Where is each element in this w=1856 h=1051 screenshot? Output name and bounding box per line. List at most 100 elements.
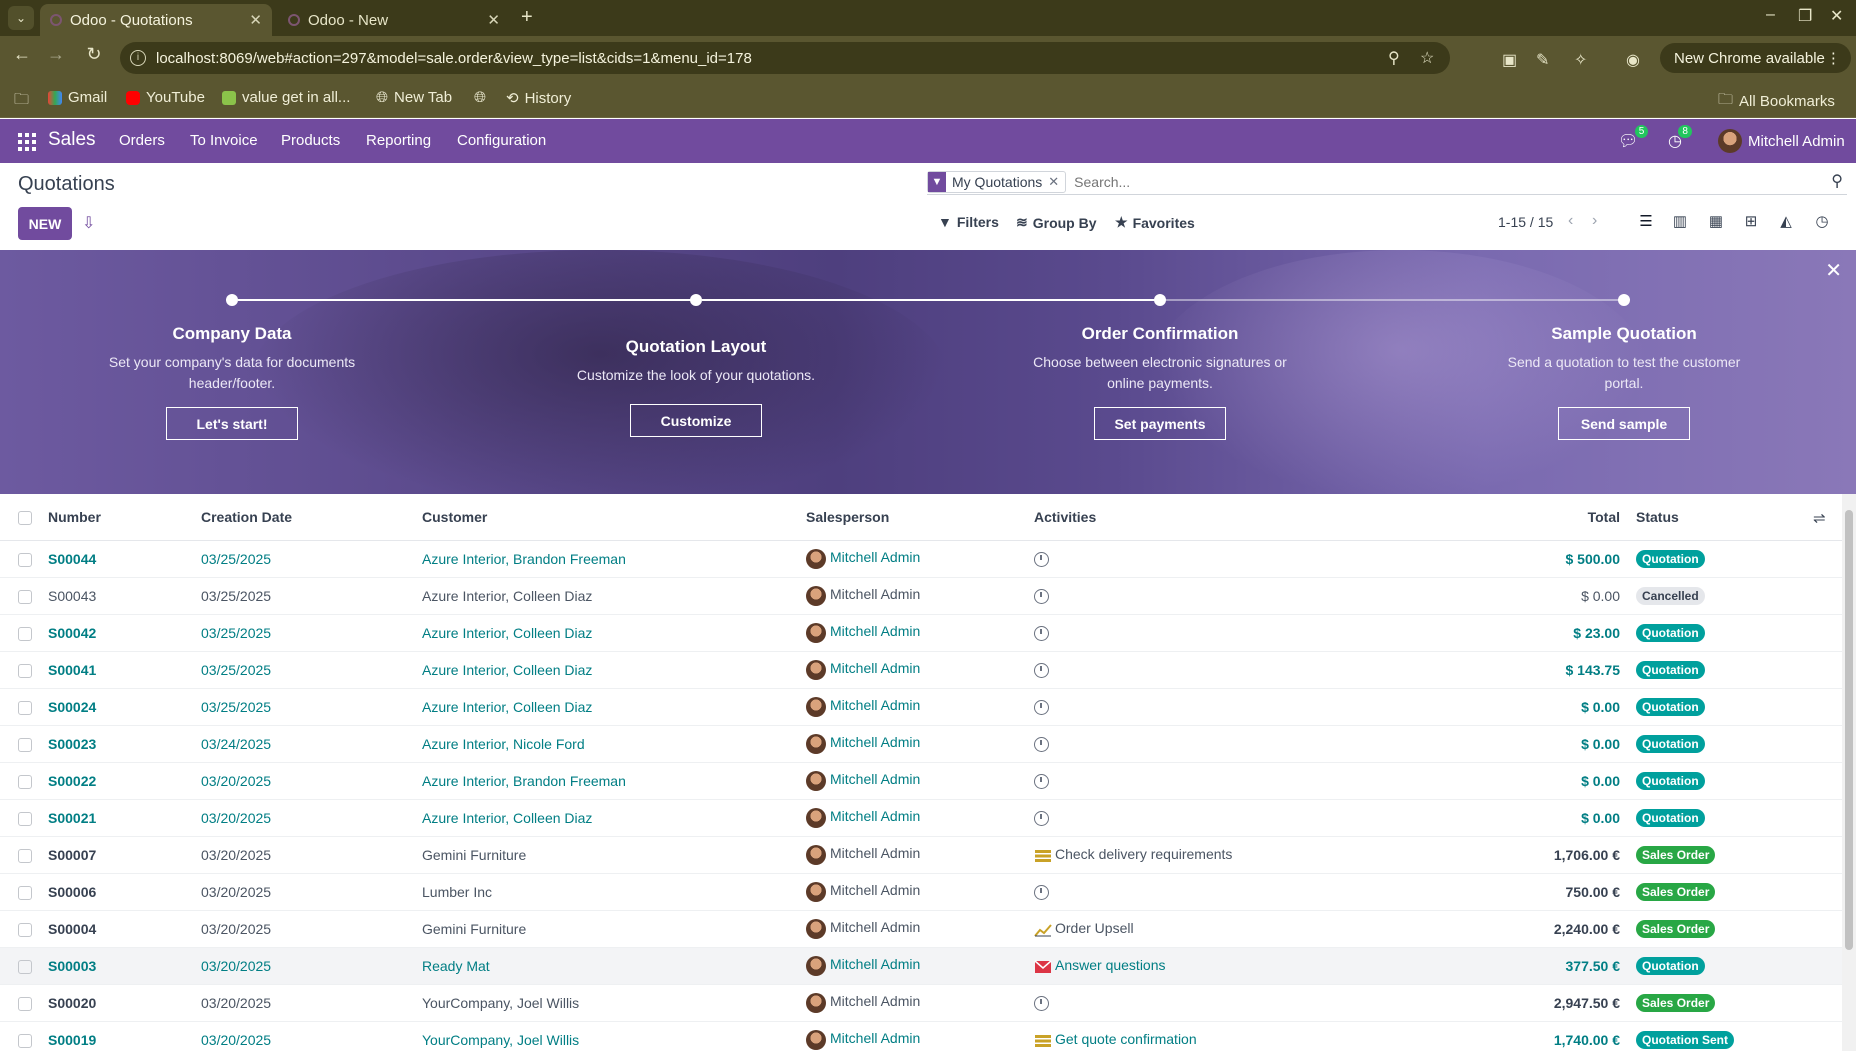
order-number[interactable]: S00006 xyxy=(48,884,96,900)
customer-cell[interactable]: Gemini Furniture xyxy=(414,836,798,873)
row-select-cell[interactable] xyxy=(0,836,40,873)
customer-cell[interactable]: YourCompany, Joel Willis xyxy=(414,1021,798,1051)
pen-extension-icon[interactable]: ✎ xyxy=(1536,50,1549,70)
pager-next-icon[interactable]: › xyxy=(1592,212,1597,230)
row-select-cell[interactable] xyxy=(0,725,40,762)
clock-icon[interactable] xyxy=(1034,588,1049,604)
activity-cell[interactable]: Order Upsell xyxy=(1026,910,1406,947)
order-number[interactable]: S00003 xyxy=(48,958,96,974)
restore-icon[interactable]: ❐ xyxy=(1798,6,1812,26)
address-bar[interactable]: i localhost:8069/web#action=297&model=sa… xyxy=(120,42,1450,74)
number-cell[interactable]: S00022 xyxy=(40,762,193,799)
row-select-cell[interactable] xyxy=(0,873,40,910)
bookmark-youtube[interactable]: YouTube xyxy=(126,89,205,106)
date-cell[interactable]: 03/20/2025 xyxy=(193,1021,414,1051)
activity-cell[interactable] xyxy=(1026,577,1406,614)
filters-button[interactable]: ▼ Filters xyxy=(938,214,999,230)
customer-cell[interactable]: YourCompany, Joel Willis xyxy=(414,984,798,1021)
activity-cell[interactable] xyxy=(1026,984,1406,1021)
clock-icon[interactable] xyxy=(1034,884,1049,900)
optional-columns-icon[interactable]: ⇌ xyxy=(1813,509,1826,527)
customize-button[interactable]: Customize xyxy=(630,404,762,437)
table-row[interactable]: S00043 03/25/2025 Azure Interior, Colleen … xyxy=(0,577,1842,614)
activity-cell[interactable] xyxy=(1026,540,1406,577)
scrollbar-thumb[interactable] xyxy=(1845,510,1853,950)
activity-cell[interactable] xyxy=(1026,799,1406,836)
salesperson-cell[interactable]: Mitchell Admin xyxy=(798,725,1026,762)
row-checkbox[interactable] xyxy=(18,848,32,863)
table-row[interactable]: S00004 03/20/2025 Gemini Furniture Mitchell… xyxy=(0,910,1842,947)
table-row[interactable]: S00042 03/25/2025 Azure Interior, Colleen … xyxy=(0,614,1842,651)
number-cell[interactable]: S00006 xyxy=(40,873,193,910)
close-banner-icon[interactable]: ✕ xyxy=(1825,258,1842,283)
list-view-icon[interactable]: ☰ xyxy=(1634,212,1658,234)
menu-configuration[interactable]: Configuration xyxy=(457,132,546,149)
row-select-cell[interactable] xyxy=(0,799,40,836)
new-tab-button[interactable]: + xyxy=(521,6,533,29)
date-cell[interactable]: 03/20/2025 xyxy=(193,873,414,910)
number-cell[interactable]: S00004 xyxy=(40,910,193,947)
table-row[interactable]: S00023 03/24/2025 Azure Interior, Nicole F… xyxy=(0,725,1842,762)
date-cell[interactable]: 03/20/2025 xyxy=(193,762,414,799)
activity-cell[interactable]: Check delivery requirements xyxy=(1026,836,1406,873)
row-checkbox[interactable] xyxy=(18,774,32,789)
clock-icon[interactable] xyxy=(1034,810,1049,826)
date-cell[interactable]: 03/25/2025 xyxy=(193,614,414,651)
lets-start-button[interactable]: Let's start! xyxy=(166,407,298,440)
bookmarks-folder-icon[interactable]: 🗀 xyxy=(14,89,29,114)
row-checkbox[interactable] xyxy=(18,737,32,752)
salesperson-cell[interactable]: Mitchell Admin xyxy=(798,614,1026,651)
date-cell[interactable]: 03/20/2025 xyxy=(193,984,414,1021)
set-payments-button[interactable]: Set payments xyxy=(1094,407,1226,440)
table-row[interactable]: S00021 03/20/2025 Azure Interior, Colleen … xyxy=(0,799,1842,836)
profile-icon[interactable]: ◉ xyxy=(1626,50,1640,70)
clock-icon[interactable] xyxy=(1034,995,1049,1011)
order-number[interactable]: S00004 xyxy=(48,921,96,937)
clock-icon[interactable] xyxy=(1034,551,1049,567)
all-bookmarks[interactable]: 🗀 All Bookmarks xyxy=(1718,89,1835,114)
extension-icon[interactable]: ▣ xyxy=(1502,50,1517,70)
search-icon[interactable]: ⚲ xyxy=(1831,171,1843,191)
activity-cell[interactable] xyxy=(1026,762,1406,799)
menu-products[interactable]: Products xyxy=(281,132,340,149)
salesperson-cell[interactable]: Mitchell Admin xyxy=(798,762,1026,799)
close-tab-icon[interactable]: ✕ xyxy=(249,11,262,29)
date-cell[interactable]: 03/20/2025 xyxy=(193,799,414,836)
activity-summary[interactable]: Get quote confirmation xyxy=(1055,1031,1197,1047)
customer-cell[interactable]: Azure Interior, Colleen Diaz xyxy=(414,688,798,725)
table-row[interactable]: S00022 03/20/2025 Azure Interior, Brandon … xyxy=(0,762,1842,799)
user-menu[interactable]: Mitchell Admin xyxy=(1718,129,1845,153)
column-number[interactable]: Number xyxy=(40,494,193,540)
order-number[interactable]: S00023 xyxy=(48,736,96,752)
forward-icon[interactable]: → xyxy=(42,44,70,65)
table-row[interactable]: S00024 03/25/2025 Azure Interior, Colleen … xyxy=(0,688,1842,725)
row-checkbox[interactable] xyxy=(18,663,32,678)
activity-cell[interactable] xyxy=(1026,725,1406,762)
groupby-button[interactable]: ≋ Group By xyxy=(1016,214,1097,231)
order-number[interactable]: S00041 xyxy=(48,662,96,678)
date-cell[interactable]: 03/20/2025 xyxy=(193,947,414,984)
salesperson-cell[interactable]: Mitchell Admin xyxy=(798,577,1026,614)
number-cell[interactable]: S00021 xyxy=(40,799,193,836)
row-checkbox[interactable] xyxy=(18,959,32,974)
row-select-cell[interactable] xyxy=(0,762,40,799)
row-select-cell[interactable] xyxy=(0,1021,40,1051)
date-cell[interactable]: 03/25/2025 xyxy=(193,688,414,725)
activity-cell[interactable] xyxy=(1026,651,1406,688)
date-cell[interactable]: 03/20/2025 xyxy=(193,836,414,873)
pager-previous-icon[interactable]: ‹ xyxy=(1568,212,1573,230)
clock-icon[interactable] xyxy=(1034,736,1049,752)
activity-cell[interactable]: Answer questions xyxy=(1026,947,1406,984)
puzzle-icon[interactable]: ✧ xyxy=(1574,50,1587,70)
column-activities[interactable]: Activities xyxy=(1026,494,1406,540)
browser-tab-new[interactable]: Odoo - New ✕ xyxy=(278,4,510,36)
clock-icon[interactable] xyxy=(1034,699,1049,715)
search-input[interactable] xyxy=(1074,173,1775,190)
customer-cell[interactable]: Lumber Inc xyxy=(414,873,798,910)
menu-orders[interactable]: Orders xyxy=(119,132,165,149)
activity-summary[interactable]: Answer questions xyxy=(1055,957,1166,973)
table-row[interactable]: S00044 03/25/2025 Azure Interior, Brandon … xyxy=(0,540,1842,577)
select-all-cell[interactable] xyxy=(0,494,40,540)
select-all-checkbox[interactable] xyxy=(18,510,32,525)
date-cell[interactable]: 03/25/2025 xyxy=(193,577,414,614)
